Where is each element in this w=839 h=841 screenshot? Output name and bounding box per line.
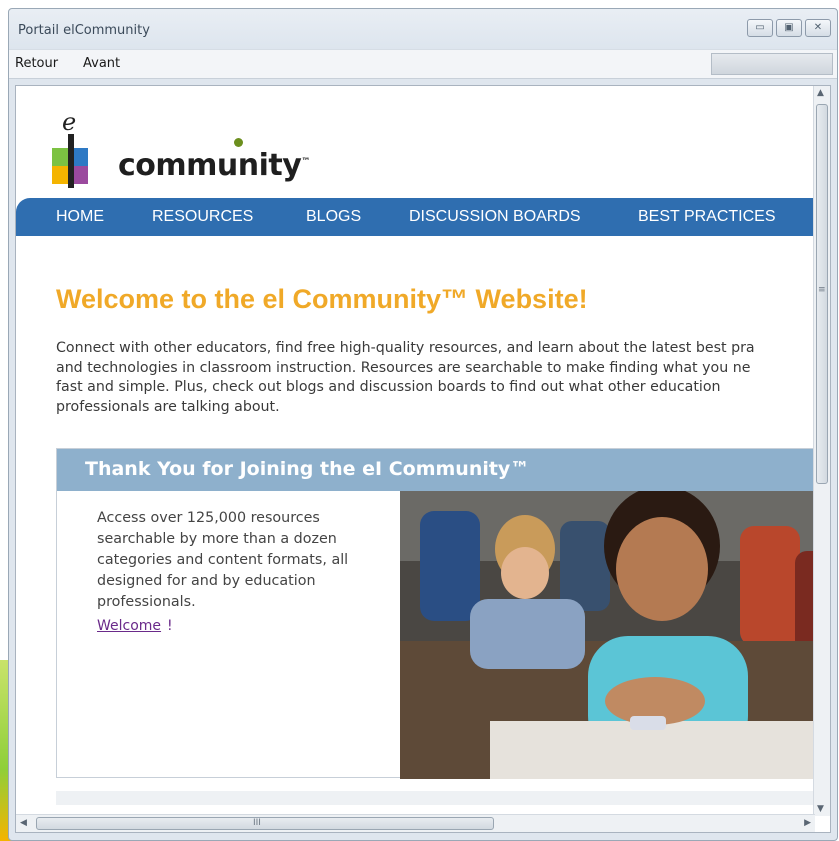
nav-best-practices[interactable]: BEST PRACTICES — [638, 208, 776, 226]
panel-header: Thank You for Joining the eI Community™ — [57, 449, 830, 491]
scroll-left-icon[interactable]: ◀ — [20, 818, 27, 828]
intro-line: fast and simple. Plus, check out blogs a… — [56, 379, 721, 395]
welcome-link[interactable]: Welcome — [97, 618, 161, 634]
panel-title: Thank You for Joining the eI Community™ — [85, 458, 530, 480]
welcome-link-suffix: ! — [167, 618, 173, 634]
scroll-right-icon[interactable]: ▶ — [804, 818, 811, 828]
page-title: Welcome to the el Community™ Website! — [56, 284, 588, 314]
horizontal-scroll-thumb[interactable]: III — [36, 817, 494, 830]
logo-sprout-icon — [234, 138, 243, 147]
nav-blogs[interactable]: BLOGS — [306, 208, 361, 226]
logo-wordmark: community™ — [118, 148, 310, 183]
panel-line: Access over 125,000 resources — [97, 510, 320, 526]
logo-word: community — [118, 148, 302, 183]
close-icon[interactable]: ✕ — [805, 19, 831, 37]
panel-line: categories and content formats, all — [97, 552, 349, 568]
panel-description: Access over 125,000 resources searchable… — [97, 508, 367, 613]
panel-line: designed for and by education — [97, 573, 316, 589]
intro-line: Connect with other educators, find free … — [56, 340, 755, 356]
scroll-down-icon[interactable]: ▼ — [817, 804, 824, 814]
logo-trademark: ™ — [301, 157, 310, 167]
title-bar[interactable]: Portail elCommunity ▭ ▣ ✕ — [9, 9, 837, 49]
footer-strip — [56, 791, 816, 805]
vertical-scroll-thumb[interactable]: ≡ — [816, 104, 828, 484]
vertical-scrollbar[interactable]: ▲ ≡ ▼ — [813, 86, 830, 816]
menu-bar: Retour Avant — [9, 49, 837, 79]
nav-discussion-boards[interactable]: DISCUSSION BOARDS — [409, 208, 581, 226]
logo-letter: e — [62, 108, 77, 136]
window-controls: ▭ ▣ ✕ — [747, 19, 831, 37]
intro-paragraph: Connect with other educators, find free … — [56, 339, 830, 417]
scroll-up-icon[interactable]: ▲ — [817, 88, 824, 98]
welcome-panel: Thank You for Joining the eI Community™ … — [56, 448, 830, 779]
window-title: Portail elCommunity — [18, 23, 150, 38]
welcome-link-text[interactable]: Welcome — [97, 618, 161, 634]
nav-home[interactable]: HOME — [56, 208, 104, 226]
maximize-icon[interactable]: ▣ — [776, 19, 802, 37]
grip-icon: ≡ — [818, 285, 826, 295]
intro-line: professionals are talking about. — [56, 398, 280, 415]
grip-icon: III — [253, 818, 261, 828]
logo-stem — [68, 134, 74, 188]
panel-line: searchable by more than a dozen — [97, 531, 337, 547]
main-nav: HOME RESOURCES BLOGS DISCUSSION BOARDS B… — [16, 198, 816, 236]
browser-window: Portail elCommunity ▭ ▣ ✕ Retour Avant e… — [8, 8, 838, 841]
address-box[interactable] — [711, 53, 833, 75]
nav-resources[interactable]: RESOURCES — [152, 208, 253, 226]
classroom-image — [400, 491, 830, 779]
students-photo — [400, 491, 830, 779]
minimize-icon[interactable]: ▭ — [747, 19, 773, 37]
forward-button[interactable]: Avant — [83, 56, 120, 71]
intro-line: and technologies in classroom instructio… — [56, 359, 751, 376]
panel-line: professionals. — [97, 594, 196, 610]
horizontal-scrollbar[interactable]: ◀ III ▶ — [16, 814, 815, 832]
back-button[interactable]: Retour — [15, 56, 58, 71]
web-content: e community™ HOME RESOURCES BLOGS DISCUS… — [15, 85, 831, 833]
